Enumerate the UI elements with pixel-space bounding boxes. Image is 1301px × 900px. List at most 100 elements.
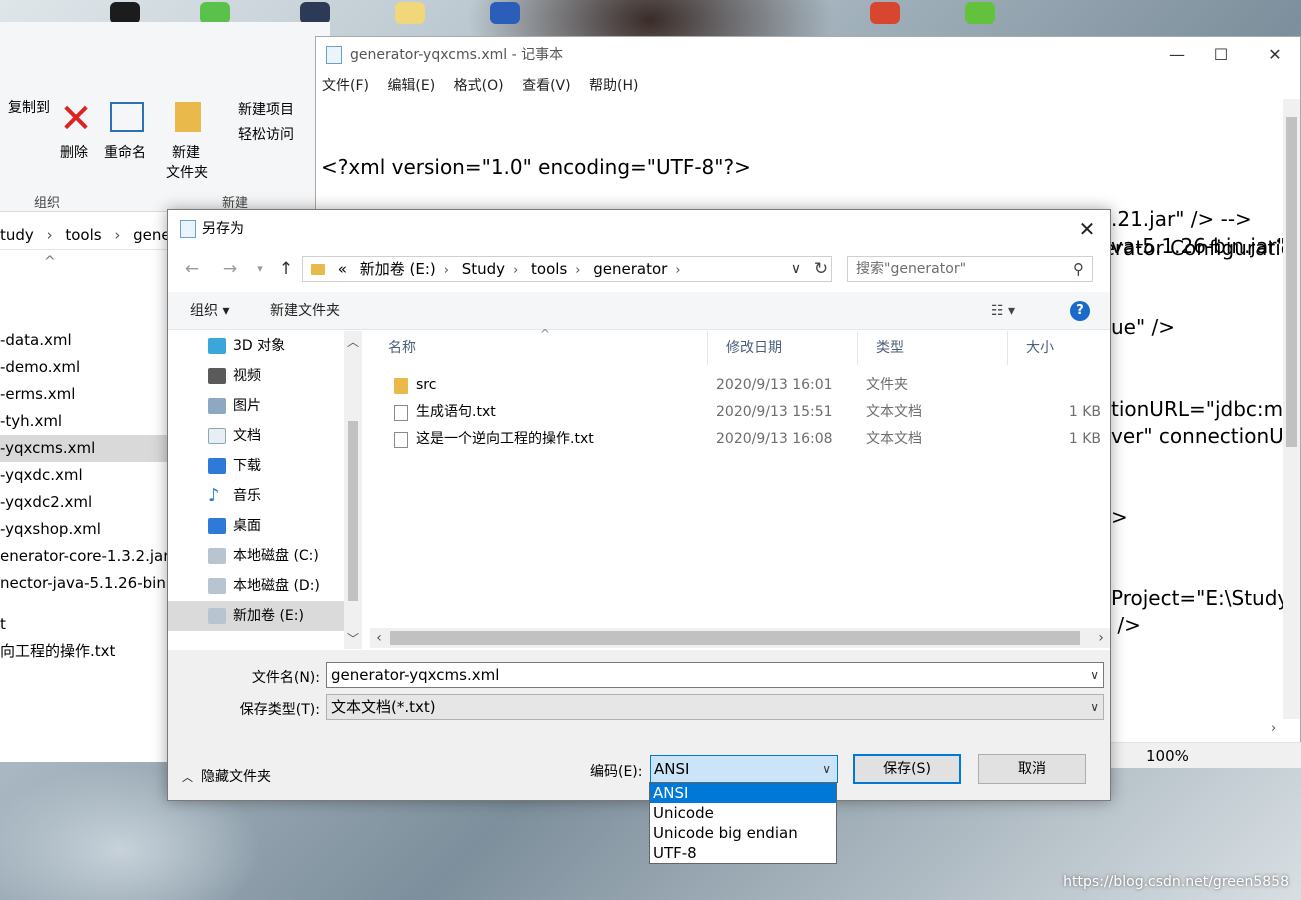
back-arrow-icon[interactable]: ← <box>180 256 204 282</box>
delete-button[interactable]: 删除 <box>60 142 88 162</box>
scroll-down-icon[interactable]: ﹀ <box>344 630 362 647</box>
breadcrumb-drive[interactable]: 新加卷 (E:) <box>360 260 436 278</box>
encoding-option-utf8[interactable]: UTF-8 <box>650 843 836 863</box>
chevron-down-icon[interactable]: ∨ <box>1090 695 1099 719</box>
nav-item-videos[interactable]: 视频 <box>168 361 344 391</box>
nav-item-drive-d[interactable]: 本地磁盘 (D:) <box>168 571 344 601</box>
menu-edit[interactable]: 编辑(E) <box>387 73 435 99</box>
search-input[interactable]: 搜索"generator" ⚲ <box>847 256 1093 282</box>
nav-item-drive-e[interactable]: 新加卷 (E:) <box>168 601 344 631</box>
new-folder-button-line2[interactable]: 文件夹 <box>166 162 208 182</box>
nav-item-desktop[interactable]: 桌面 <box>168 511 344 541</box>
scroll-up-icon[interactable]: ︿ <box>344 333 362 350</box>
up-arrow-icon[interactable]: ↑ <box>274 256 298 282</box>
nav-item-documents[interactable]: 文档 <box>168 421 344 451</box>
chevron-right-icon[interactable]: › <box>575 263 580 278</box>
word-icon[interactable] <box>490 2 520 24</box>
list-item[interactable]: -erms.xml <box>0 381 180 408</box>
close-icon[interactable]: ✕ <box>1064 210 1110 248</box>
copy-to-button[interactable]: 复制到 <box>8 97 50 117</box>
scroll-thumb[interactable] <box>348 421 358 601</box>
breadcrumb-study[interactable]: Study <box>462 260 505 278</box>
save-button[interactable]: 保存(S) <box>853 754 961 784</box>
filename-input[interactable]: generator-yqxcms.xml ∨ <box>326 662 1104 688</box>
chevron-down-icon[interactable]: ∨ <box>1090 663 1099 687</box>
chevron-right-icon[interactable]: › <box>513 263 518 278</box>
encoding-option-unicode-big-endian[interactable]: Unicode big endian <box>650 823 836 843</box>
breadcrumb-overflow[interactable]: « <box>338 260 347 278</box>
help-icon[interactable]: ? <box>1070 301 1090 321</box>
notepad-vertical-scrollbar[interactable] <box>1283 99 1300 719</box>
list-item[interactable]: -yqxdc.xml <box>0 462 180 489</box>
breadcrumb-tools[interactable]: tools <box>531 260 567 278</box>
app-icon[interactable] <box>300 2 330 24</box>
forward-arrow-icon[interactable]: → <box>218 256 242 282</box>
delete-icon[interactable]: ✕ <box>58 99 94 139</box>
list-item[interactable]: t <box>0 611 180 638</box>
cancel-button[interactable]: 取消 <box>978 754 1086 784</box>
nav-item-3d-objects[interactable]: 3D 对象 <box>168 331 344 361</box>
list-item[interactable]: -data.xml <box>0 327 180 354</box>
list-item[interactable]: 向工程的操作.txt <box>0 638 180 665</box>
nav-pane-scrollbar[interactable]: ︿ ﹀ <box>344 331 362 649</box>
menu-format[interactable]: 格式(O) <box>454 73 504 99</box>
file-list-horizontal-scrollbar[interactable]: ‹ › <box>370 628 1110 648</box>
column-header-date[interactable]: 修改日期 <box>708 331 858 365</box>
chevron-down-icon[interactable]: ∨ <box>822 756 831 782</box>
new-item-button[interactable]: 新建项目 <box>238 99 294 119</box>
menu-help[interactable]: 帮助(H) <box>589 73 638 99</box>
list-item[interactable]: enerator-core-1.3.2.jar <box>0 543 180 570</box>
encoding-select[interactable]: ANSI ∨ <box>650 755 838 783</box>
new-folder-button[interactable]: 新建文件夹 <box>270 292 340 330</box>
table-row[interactable]: 这是一个逆向工程的操作.txt 2020/9/13 16:08 文本文档 1 K… <box>386 426 1106 453</box>
nav-item-music[interactable]: ♪ 音乐 <box>168 481 344 511</box>
nav-item-drive-c[interactable]: 本地磁盘 (C:) <box>168 541 344 571</box>
new-folder-button-line1[interactable]: 新建 <box>172 142 200 162</box>
column-header-type[interactable]: 类型 <box>858 331 1008 365</box>
chevron-right-icon[interactable]: › <box>444 263 449 278</box>
list-item[interactable]: -tyh.xml <box>0 408 180 435</box>
crumb[interactable]: tools <box>65 226 101 244</box>
scroll-right-icon[interactable]: › <box>1271 721 1276 736</box>
list-item[interactable]: nector-java-5.1.26-bin.ja <box>0 570 180 597</box>
hide-folders-toggle[interactable]: ︿ 隐藏文件夹 <box>182 766 271 786</box>
scroll-right-icon[interactable]: › <box>1092 628 1110 648</box>
scroll-thumb[interactable] <box>390 631 1080 645</box>
close-icon[interactable]: ✕ <box>1252 37 1298 73</box>
qq-icon[interactable] <box>110 2 140 24</box>
table-row[interactable]: src 2020/9/13 16:01 文件夹 <box>386 372 1106 399</box>
chart-app-icon[interactable] <box>870 2 900 24</box>
app-icon-green[interactable] <box>965 2 995 24</box>
filetype-select[interactable]: 文本文档(*.txt) ∨ <box>326 694 1104 720</box>
scroll-thumb[interactable] <box>1286 117 1297 447</box>
easy-access-button[interactable]: 轻松访问 <box>238 124 294 144</box>
organize-button[interactable]: 组织 ▾ <box>190 292 229 330</box>
view-options-icon[interactable]: ☷ ▾ <box>991 300 1039 322</box>
nav-item-pictures[interactable]: 图片 <box>168 391 344 421</box>
minimize-icon[interactable]: — <box>1154 37 1200 73</box>
menu-view[interactable]: 查看(V) <box>522 73 571 99</box>
maximize-icon[interactable]: ☐ <box>1198 37 1244 73</box>
refresh-icon[interactable]: ↻ <box>810 256 832 282</box>
list-item[interactable]: -yqxdc2.xml <box>0 489 180 516</box>
crumb[interactable]: tudy <box>0 226 34 244</box>
chevron-down-icon[interactable]: ∨ <box>784 256 808 282</box>
encoding-option-unicode[interactable]: Unicode <box>650 803 836 823</box>
wechat-icon[interactable] <box>200 2 230 24</box>
list-item[interactable]: -yqxshop.xml <box>0 516 180 543</box>
search-icon[interactable]: ⚲ <box>1073 257 1084 281</box>
address-bar[interactable]: « 新加卷 (E:) › Study › tools › generator › <box>302 256 832 282</box>
column-header-size[interactable]: 大小 <box>1008 331 1108 365</box>
folder-icon[interactable] <box>395 2 425 24</box>
chevron-right-icon[interactable]: › <box>675 263 680 278</box>
nav-item-downloads[interactable]: 下载 <box>168 451 344 481</box>
encoding-option-ansi[interactable]: ANSI <box>650 783 836 803</box>
list-item-selected[interactable]: -yqxcms.xml <box>0 435 180 462</box>
menu-file[interactable]: 文件(F) <box>322 73 369 99</box>
column-header-name[interactable]: 名称 <box>370 331 708 365</box>
breadcrumb-generator[interactable]: generator <box>593 260 667 278</box>
table-row[interactable]: 生成语句.txt 2020/9/13 15:51 文本文档 1 KB <box>386 399 1106 426</box>
recent-locations-chevron-icon[interactable]: ▾ <box>248 256 272 282</box>
scroll-left-icon[interactable]: ‹ <box>370 628 388 648</box>
list-item[interactable]: -demo.xml <box>0 354 180 381</box>
